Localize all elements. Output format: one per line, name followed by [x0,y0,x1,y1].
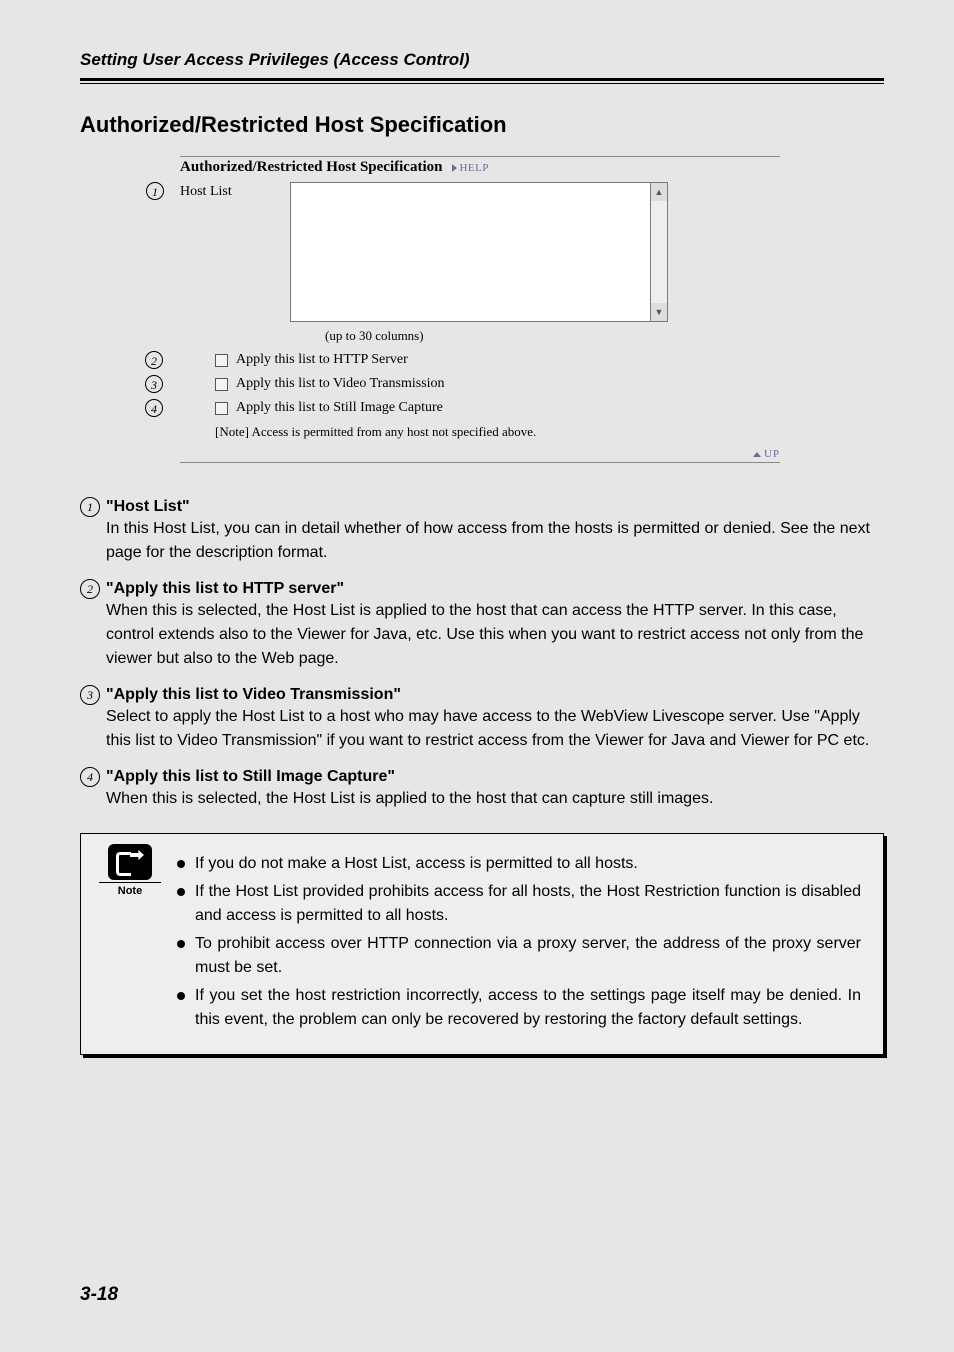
note-icon-label: Note [99,882,161,897]
host-list-hint: (up to 30 columns) [325,328,780,344]
num-circle-icon: 1 [80,497,100,517]
up-label: UP [764,448,780,460]
scroll-up-icon[interactable]: ▲ [651,183,667,201]
definition-head: 1 "Host List" [80,497,884,517]
scroll-track[interactable] [651,201,667,303]
checkbox-row-video: 3 Apply this list to Video Transmission [215,376,780,392]
definition-item: 1 "Host List" In this Host List, you can… [80,497,884,565]
note-box: Note If you do not make a Host List, acc… [80,833,884,1055]
checkbox-video-label: Apply this list to Video Transmission [236,376,445,392]
marker-1: 1 [146,182,164,200]
definition-title: "Host List" [106,498,190,516]
running-head: Setting User Access Privileges (Access C… [80,50,884,70]
up-link[interactable]: UP [180,448,780,463]
marker-2: 2 [145,351,163,369]
note-item: If you do not make a Host List, access i… [177,852,861,876]
scroll-down-icon[interactable]: ▼ [651,303,667,321]
marker-3: 3 [145,375,163,393]
rule-thick [80,78,884,81]
up-icon [753,452,761,457]
host-list-label: Host List [180,182,290,200]
note-icon [108,844,152,880]
section-title: Authorized/Restricted Host Specification [80,112,884,138]
definition-item: 3 "Apply this list to Video Transmission… [80,685,884,753]
host-list-row: 1 Host List ▲ ▼ [180,182,780,322]
checkbox-still-label: Apply this list to Still Image Capture [236,400,443,416]
note-item: To prohibit access over HTTP connection … [177,932,861,980]
definition-body: When this is selected, the Host List is … [106,787,884,811]
checkbox-still[interactable] [215,402,228,415]
definition-item: 2 "Apply this list to HTTP server" When … [80,579,884,671]
definition-item: 4 "Apply this list to Still Image Captur… [80,767,884,811]
page: Setting User Access Privileges (Access C… [0,0,954,1352]
definition-head: 2 "Apply this list to HTTP server" [80,579,884,599]
help-link[interactable]: HELP [452,162,489,174]
definition-body: When this is selected, the Host List is … [106,599,884,671]
definition-title: "Apply this list to Video Transmission" [106,686,401,704]
definition-body: Select to apply the Host List to a host … [106,705,884,753]
checkbox-row-http: 2 Apply this list to HTTP Server [215,352,780,368]
definition-title: "Apply this list to Still Image Capture" [106,768,395,786]
checkbox-http[interactable] [215,354,228,367]
note-icon-wrap: Note [99,844,161,897]
page-number: 3-18 [80,1284,118,1306]
note-list: If you do not make a Host List, access i… [177,852,861,1032]
play-icon [452,164,457,172]
checkbox-http-label: Apply this list to HTTP Server [236,352,408,368]
note-item: If the Host List provided prohibits acce… [177,880,861,928]
scrollbar[interactable]: ▲ ▼ [650,182,668,322]
num-circle-icon: 2 [80,579,100,599]
checkbox-video[interactable] [215,378,228,391]
num-circle-icon: 3 [80,685,100,705]
note-item: If you set the host restriction incorrec… [177,984,861,1032]
panel-title: Authorized/Restricted Host Specification [180,159,442,176]
help-label: HELP [459,162,489,174]
panel-header: Authorized/Restricted Host Specification… [180,156,780,176]
settings-panel: Authorized/Restricted Host Specification… [180,156,780,463]
definitions: 1 "Host List" In this Host List, you can… [80,497,884,811]
textarea-wrap: ▲ ▼ [290,182,780,322]
definition-title: "Apply this list to HTTP server" [106,580,344,598]
marker-4: 4 [145,399,163,417]
rule-thin [80,83,884,84]
checkbox-row-still: 4 Apply this list to Still Image Capture [215,400,780,416]
definition-body: In this Host List, you can in detail whe… [106,517,884,565]
num-circle-icon: 4 [80,767,100,787]
panel-note-inline: [Note] Access is permitted from any host… [215,424,780,440]
host-list-input[interactable] [290,182,650,322]
definition-head: 3 "Apply this list to Video Transmission… [80,685,884,705]
definition-head: 4 "Apply this list to Still Image Captur… [80,767,884,787]
